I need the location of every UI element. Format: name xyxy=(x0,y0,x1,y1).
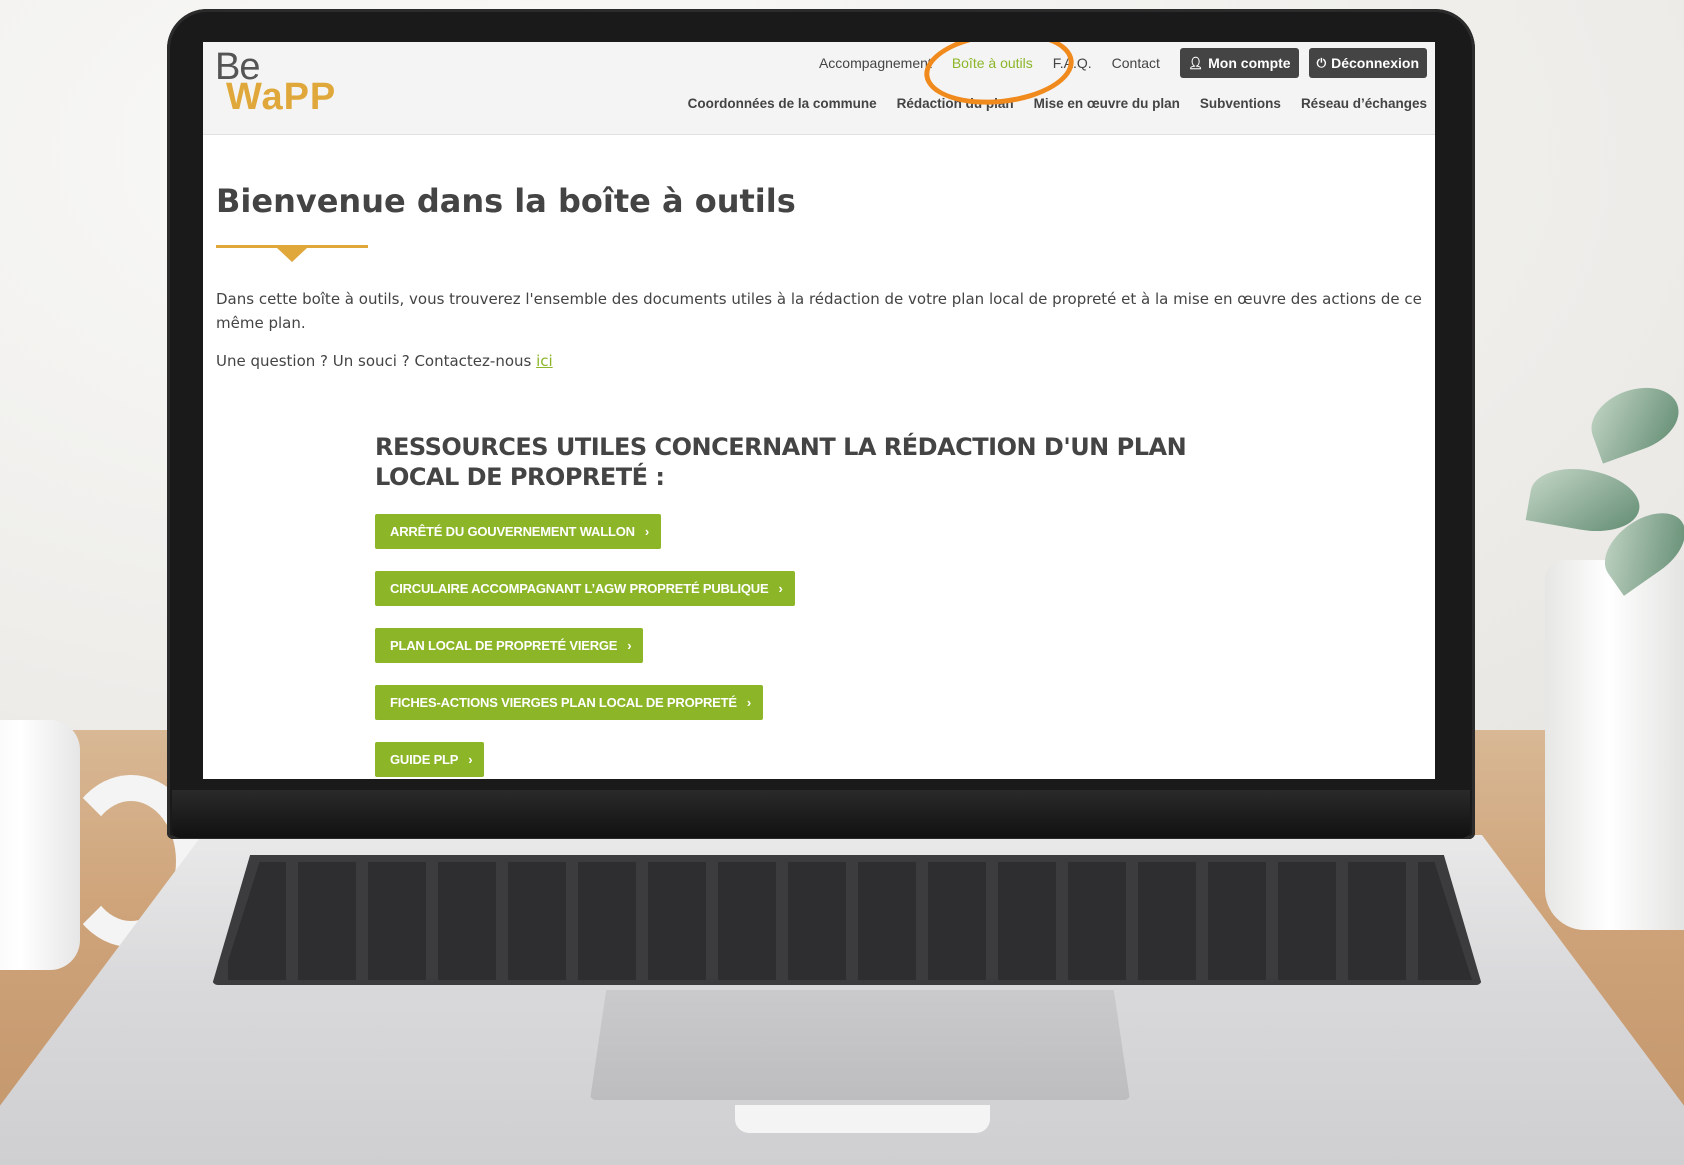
laptop-notch xyxy=(735,1105,990,1133)
plant-pot xyxy=(1545,560,1684,930)
resource-button-label: ARRÊTÉ DU GOUVERNEMENT WALLON xyxy=(390,524,635,539)
resources-section: RESSOURCES UTILES CONCERNANT LA RÉDACTIO… xyxy=(375,432,1235,779)
topnav-contact[interactable]: Contact xyxy=(1102,55,1170,71)
contact-prefix: Une question ? Un souci ? Contactez-nous xyxy=(216,352,537,370)
chevron-right-icon: › xyxy=(468,752,473,767)
resource-button-plan-vierge[interactable]: PLAN LOCAL DE PROPRETÉ VIERGE › xyxy=(375,628,644,663)
resource-button-label: PLAN LOCAL DE PROPRETÉ VIERGE xyxy=(390,638,618,653)
page-title: Bienvenue dans la boîte à outils xyxy=(216,182,796,220)
logo-line2[interactable]: WaPP xyxy=(226,76,336,119)
laptop-screen: Be WaPP Accompagnement Boîte à outils F.… xyxy=(203,42,1435,779)
logout-button[interactable]: ⏻ Déconnexion xyxy=(1308,48,1427,78)
mainnav-coordonnees[interactable]: Coordonnées de la commune xyxy=(678,96,887,111)
logout-button-label: Déconnexion xyxy=(1331,55,1419,71)
intro-text: Dans cette boîte à outils, vous trouvere… xyxy=(216,290,1422,332)
contact-link[interactable]: ici xyxy=(536,352,553,370)
chevron-right-icon: › xyxy=(627,638,632,653)
laptop-keys xyxy=(222,862,1472,980)
topnav-faq[interactable]: F.A.Q. xyxy=(1043,55,1102,71)
chevron-right-icon: › xyxy=(778,581,783,596)
laptop-trackpad xyxy=(590,990,1130,1100)
resource-button-label: FICHES-ACTIONS VIERGES PLAN LOCAL DE PRO… xyxy=(390,695,737,710)
topnav-boite-a-outils[interactable]: Boîte à outils xyxy=(942,55,1043,71)
resources-heading: RESSOURCES UTILES CONCERNANT LA RÉDACTIO… xyxy=(375,433,1187,491)
topnav-accompagnement[interactable]: Accompagnement xyxy=(809,55,942,71)
laptop-chin xyxy=(172,790,1470,838)
title-caret-icon xyxy=(277,248,307,262)
resource-button-label: GUIDE PLP xyxy=(390,752,459,767)
chevron-right-icon: › xyxy=(746,695,751,710)
resource-button-agw[interactable]: ARRÊTÉ DU GOUVERNEMENT WALLON › xyxy=(375,514,661,549)
resource-button-label: CIRCULAIRE ACCOMPAGNANT L’AGW PROPRETÉ P… xyxy=(390,581,769,596)
account-button-label: Mon compte xyxy=(1208,55,1291,71)
mainnav-mise-en-oeuvre[interactable]: Mise en œuvre du plan xyxy=(1024,96,1190,111)
resource-button-fiches-actions[interactable]: FICHES-ACTIONS VIERGES PLAN LOCAL DE PRO… xyxy=(375,685,763,720)
site-header: Be WaPP Accompagnement Boîte à outils F.… xyxy=(203,42,1435,135)
power-icon: ⏻ xyxy=(1316,55,1327,70)
resource-button-circulaire[interactable]: CIRCULAIRE ACCOMPAGNANT L’AGW PROPRETÉ P… xyxy=(375,571,795,606)
top-navigation: Accompagnement Boîte à outils F.A.Q. Con… xyxy=(809,47,1427,79)
user-icon: 👤︎ xyxy=(1187,56,1204,70)
main-navigation: Coordonnées de la commune Rédaction du p… xyxy=(678,96,1427,111)
chevron-right-icon: › xyxy=(644,524,649,539)
contact-line: Une question ? Un souci ? Contactez-nous… xyxy=(216,352,553,370)
resource-button-guide-plp[interactable]: GUIDE PLP › xyxy=(375,742,485,777)
account-button[interactable]: 👤︎ Mon compte xyxy=(1179,48,1299,78)
mainnav-redaction[interactable]: Rédaction du plan xyxy=(887,96,1024,111)
mainnav-subventions[interactable]: Subventions xyxy=(1190,96,1291,111)
mainnav-reseau[interactable]: Réseau d’échanges xyxy=(1291,96,1427,111)
